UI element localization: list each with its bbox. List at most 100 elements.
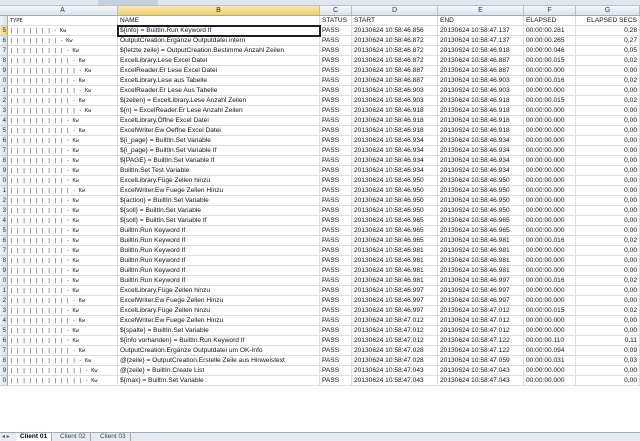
cell-b[interactable]: BuiltIn.Run Keyword If xyxy=(118,246,320,256)
cell-e[interactable]: 20130624 10:58:46.981 xyxy=(438,246,524,256)
row-number[interactable]: 5 xyxy=(0,326,8,336)
cell-d[interactable]: START xyxy=(352,16,438,26)
cell-d[interactable]: 20130624 10:58:46.997 xyxy=(352,296,438,306)
cell-e[interactable]: 20130624 10:58:46.981 xyxy=(438,236,524,246)
cell-c[interactable]: PASS xyxy=(320,236,352,246)
cell-a[interactable]: | | | | | | | | | | - Kw xyxy=(8,76,118,86)
cell-a[interactable]: | | | | | | | | | | | - Kw xyxy=(8,356,118,366)
cell-f[interactable]: 00:00:00.110 xyxy=(524,336,576,346)
row-number[interactable] xyxy=(0,16,8,26)
cell-a[interactable]: | | | | | | | | | | - Kw xyxy=(8,296,118,306)
cell-d[interactable]: 20130624 10:58:46.950 xyxy=(352,186,438,196)
cell-e[interactable]: 20130624 10:58:47.012 xyxy=(438,316,524,326)
cell-a[interactable]: | | | | | | | | | - Kw xyxy=(8,326,118,336)
cell-c[interactable]: PASS xyxy=(320,136,352,146)
cell-a[interactable]: | | | | | | | | | - Kw xyxy=(8,286,118,296)
cell-f[interactable]: 00:00:00.000 xyxy=(524,286,576,296)
row-number[interactable]: 6 xyxy=(0,136,8,146)
cell-f[interactable]: 00:00:00.000 xyxy=(524,226,576,236)
cell-c[interactable]: PASS xyxy=(320,316,352,326)
cell-b[interactable]: ${PAGE} = BuiltIn.Set Variable If xyxy=(118,156,320,166)
cell-d[interactable]: 20130624 10:58:46.887 xyxy=(352,66,438,76)
cell-g[interactable]: 0,02 xyxy=(576,56,640,66)
cell-c[interactable]: PASS xyxy=(320,226,352,236)
cell-e[interactable]: 20130624 10:58:46.887 xyxy=(438,56,524,66)
cell-e[interactable]: 20130624 10:58:46.918 xyxy=(438,116,524,126)
cell-g[interactable]: 0,09 xyxy=(576,346,640,356)
cell-g[interactable]: 0,28 xyxy=(576,26,640,36)
cell-e[interactable]: 20130624 10:58:46.903 xyxy=(438,86,524,96)
row-number[interactable]: 1 xyxy=(0,286,8,296)
column-header-d[interactable]: D xyxy=(352,6,438,15)
cell-d[interactable]: 20130624 10:58:46.918 xyxy=(352,106,438,116)
cell-c[interactable]: PASS xyxy=(320,146,352,156)
cell-b[interactable]: ExcelLibrary.Füge Zellen hinzu xyxy=(118,176,320,186)
cell-g[interactable]: 0,11 xyxy=(576,336,640,346)
cell-b[interactable]: NAME xyxy=(118,16,320,26)
cell-d[interactable]: 20130624 10:58:46.950 xyxy=(352,176,438,186)
cell-a[interactable]: | | | | | | | | | - Kw xyxy=(8,306,118,316)
cell-a[interactable]: | | | | | | | | | | | | - Kw xyxy=(8,376,118,386)
row-number[interactable]: 4 xyxy=(0,116,8,126)
cell-f[interactable]: 00:00:00.000 xyxy=(524,146,576,156)
cell-g[interactable]: 0,00 xyxy=(576,256,640,266)
cell-e[interactable]: 20130624 10:58:47.137 xyxy=(438,26,524,36)
cell-f[interactable]: 00:00:00.016 xyxy=(524,276,576,286)
cell-a[interactable]: | | | | | | | | | - Kw xyxy=(8,266,118,276)
cell-d[interactable]: 20130624 10:58:47.028 xyxy=(352,356,438,366)
cell-a[interactable]: | | | | | | | | | - Kw xyxy=(8,176,118,186)
cell-e[interactable]: 20130624 10:58:46.950 xyxy=(438,176,524,186)
cell-a[interactable]: | | | | | | | | | | - Kw xyxy=(8,96,118,106)
cell-g[interactable]: ELAPSED SECS xyxy=(576,16,640,26)
cell-c[interactable]: PASS xyxy=(320,336,352,346)
cell-e[interactable]: 20130624 10:58:46.950 xyxy=(438,186,524,196)
cell-b[interactable]: ${action} = BuiltIn.Set Variable xyxy=(118,196,320,206)
cell-e[interactable]: 20130624 10:58:47.043 xyxy=(438,366,524,376)
cell-a[interactable]: | | | | | | | | | | - Kw xyxy=(8,186,118,196)
cell-c[interactable]: PASS xyxy=(320,246,352,256)
cell-b[interactable]: ${n} = ExcelReader.Er Lese Anzahl Zeilen xyxy=(118,106,320,116)
cell-g[interactable]: 0,00 xyxy=(576,166,640,176)
cell-a[interactable]: | | | | | | | | | - Kw xyxy=(8,196,118,206)
cell-e[interactable]: 20130624 10:58:46.950 xyxy=(438,206,524,216)
cell-f[interactable]: 00:00:00.000 xyxy=(524,316,576,326)
cell-f[interactable]: 00:00:00.000 xyxy=(524,166,576,176)
cell-e[interactable]: 20130624 10:58:47.122 xyxy=(438,336,524,346)
cell-f[interactable]: 00:00:00.016 xyxy=(524,76,576,86)
cell-a[interactable]: | | | | | | | | - Kw xyxy=(8,36,118,46)
cell-c[interactable]: PASS xyxy=(320,326,352,336)
cell-b[interactable]: ExcelLibrary.Öffne Excel Datei xyxy=(118,116,320,126)
cell-a[interactable]: | | | | | | | | | | - Kw xyxy=(8,346,118,356)
cell-e[interactable]: 20130624 10:58:46.997 xyxy=(438,296,524,306)
cell-a[interactable]: | | | | | | | | | | | | - Kw xyxy=(8,366,118,376)
cell-e[interactable]: 20130624 10:58:47.137 xyxy=(438,36,524,46)
cell-d[interactable]: 20130624 10:58:46.872 xyxy=(352,56,438,66)
row-number[interactable]: 7 xyxy=(0,46,8,56)
cell-a[interactable]: | | | | | | | | | - Kw xyxy=(8,246,118,256)
row-number[interactable]: 0 xyxy=(0,376,8,386)
cell-g[interactable]: 0,02 xyxy=(576,76,640,86)
cell-b[interactable]: BuiltIn.Run Keyword If xyxy=(118,236,320,246)
row-number[interactable]: 6 xyxy=(0,236,8,246)
column-header-a[interactable]: A xyxy=(8,6,118,15)
cell-g[interactable]: 0,02 xyxy=(576,306,640,316)
cell-b[interactable]: ${spalte} = BuiltIn.Set Variable xyxy=(118,326,320,336)
cell-e[interactable]: 20130624 10:58:46.997 xyxy=(438,276,524,286)
cell-g[interactable]: 0,27 xyxy=(576,36,640,46)
cell-d[interactable]: 20130624 10:58:46.934 xyxy=(352,146,438,156)
cell-a[interactable]: | | | | | | | | | - Kw xyxy=(8,216,118,226)
cell-d[interactable]: 20130624 10:58:46.997 xyxy=(352,286,438,296)
column-header-f[interactable]: F xyxy=(524,6,576,15)
cell-g[interactable]: 0,00 xyxy=(576,106,640,116)
cell-f[interactable]: 00:00:00.000 xyxy=(524,116,576,126)
cell-b[interactable]: ${max} = BuiltIn.Set Variable xyxy=(118,376,320,386)
cell-c[interactable]: PASS xyxy=(320,216,352,226)
cell-a[interactable]: | | | | | | | | | - Kw xyxy=(8,276,118,286)
cell-a[interactable]: | | | | | | | | | | - Kw xyxy=(8,56,118,66)
cell-b[interactable]: BuiltIn.Run Keyword If xyxy=(118,226,320,236)
cell-e[interactable]: 20130624 10:58:47.122 xyxy=(438,346,524,356)
row-number[interactable]: 8 xyxy=(0,56,8,66)
cell-e[interactable]: 20130624 10:58:46.965 xyxy=(438,216,524,226)
cell-f[interactable]: 00:00:00.265 xyxy=(524,36,576,46)
cell-g[interactable]: 0,00 xyxy=(576,286,640,296)
